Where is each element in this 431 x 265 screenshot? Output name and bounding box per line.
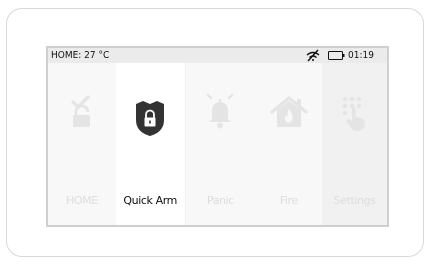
tile-settings[interactable]: Settings <box>322 63 387 225</box>
tile-panic-label: Panic <box>207 194 234 207</box>
no-signal-icon <box>306 49 320 62</box>
temperature-readout: HOME: 27 °C <box>51 50 110 61</box>
main-menu: HOME Quick Arm Panic Fire Settings <box>48 63 387 225</box>
tile-quick-arm-label: Quick Arm <box>123 194 177 207</box>
shield-lock-icon <box>136 101 165 136</box>
clock: 01:19 <box>348 50 374 61</box>
tile-panic[interactable]: Panic <box>185 63 256 225</box>
house-fire-icon <box>270 96 308 127</box>
bell-alarm-icon <box>207 93 234 129</box>
status-bar: HOME: 27 °C 01:19 <box>48 48 387 63</box>
tile-quick-arm[interactable]: Quick Arm <box>115 63 186 225</box>
tile-fire-label: Fire <box>279 194 298 207</box>
tile-home[interactable]: HOME <box>48 63 116 225</box>
tile-settings-label: Settings <box>333 194 376 207</box>
touch-screen: HOME: 27 °C 01:19 HOME Quick Arm Panic F… <box>46 46 389 227</box>
disarmed-check-lock-icon <box>71 95 90 127</box>
tile-home-label: HOME <box>66 194 98 207</box>
keypad-touch-icon <box>342 96 365 131</box>
tile-fire[interactable]: Fire <box>255 63 323 225</box>
battery-icon <box>328 51 345 60</box>
